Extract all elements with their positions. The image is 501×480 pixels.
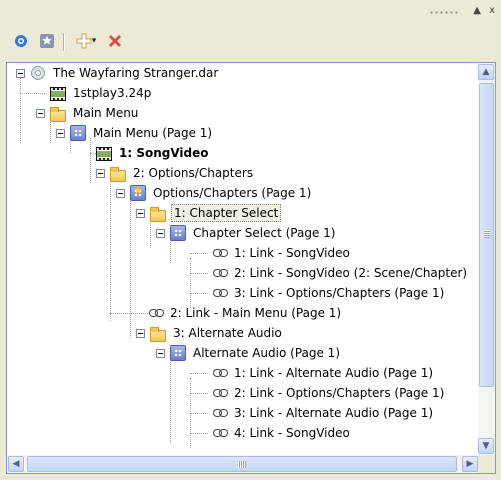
link-icon <box>213 269 228 277</box>
folder-icon <box>150 207 166 222</box>
horizontal-scrollbar[interactable]: ◀ ▶ <box>7 455 479 473</box>
folder-icon <box>110 167 126 182</box>
tree-row-alternate-audio[interactable]: 3: Alternate Audio <box>136 323 284 343</box>
tree-row-main-menu-page[interactable]: Main Menu (Page 1) <box>56 123 214 143</box>
folder-icon <box>150 327 166 342</box>
link-icon <box>213 429 228 437</box>
vertical-scrollbar[interactable]: ▲ ▼ <box>478 63 495 455</box>
link-icon <box>213 389 228 397</box>
tree-row-main-menu[interactable]: Main Menu <box>36 103 140 123</box>
tree-row-link[interactable]: 2: Link - Main Menu (Page 1) <box>149 303 343 323</box>
tree-row-songvideo[interactable]: 1: SongVideo <box>96 143 211 163</box>
add-item-button[interactable]: ▾ <box>70 30 102 52</box>
star-box-icon <box>40 34 54 48</box>
panel-titlebar: ▲ x <box>0 0 501 24</box>
collapse-toggle[interactable] <box>116 188 125 198</box>
tree-row-link[interactable]: 4: Link - SongVideo <box>213 423 352 443</box>
drag-grip[interactable] <box>429 11 459 14</box>
link-icon <box>149 309 164 317</box>
settings-button[interactable] <box>10 30 32 52</box>
link-icon <box>213 369 228 377</box>
collapse-toggle[interactable] <box>136 328 145 338</box>
collapse-toggle[interactable] <box>56 128 65 138</box>
horizontal-scroll-thumb[interactable] <box>27 456 457 472</box>
tree-row-link[interactable]: 1: Link - SongVideo <box>213 243 352 263</box>
folder-icon <box>50 107 66 122</box>
scroll-corner <box>478 455 495 473</box>
collapse-toggle[interactable] <box>156 348 165 358</box>
toolbar: ▾ <box>10 30 490 56</box>
tree-row-link[interactable]: 1: Link - Alternate Audio (Page 1) <box>213 363 435 383</box>
close-icon[interactable]: x <box>489 5 495 16</box>
scroll-up-button[interactable]: ▲ <box>478 64 494 80</box>
collapse-toggle[interactable] <box>96 168 105 178</box>
vertical-scroll-thumb[interactable] <box>479 83 494 387</box>
first-menu-star-icon <box>130 184 146 201</box>
tree-row-chapter-select-page[interactable]: Chapter Select (Page 1) <box>156 223 338 243</box>
video-icon <box>50 87 66 101</box>
delete-x-icon <box>109 35 121 47</box>
menu-page-icon <box>70 125 86 141</box>
delete-button[interactable] <box>104 30 126 52</box>
collapse-toggle[interactable] <box>156 228 165 238</box>
menu-page-icon <box>170 225 186 241</box>
tree-row-link[interactable]: 2: Link - Options/Chapters (Page 1) <box>213 383 446 403</box>
tree-row-link[interactable]: 2: Link - SongVideo (2: Scene/Chapter) <box>213 263 469 283</box>
project-tree-panel: The Wayfaring Stranger.dar 1stplay3.24p … <box>6 62 496 474</box>
scroll-left-button[interactable]: ◀ <box>8 456 24 472</box>
favorite-button[interactable] <box>36 30 58 52</box>
link-icon <box>213 289 228 297</box>
tree-row-project[interactable]: The Wayfaring Stranger.dar <box>16 63 220 83</box>
scroll-down-button[interactable]: ▼ <box>478 438 494 454</box>
tree-row-link[interactable]: 3: Link - Options/Chapters (Page 1) <box>213 283 446 303</box>
video-icon <box>96 147 112 161</box>
link-icon <box>213 249 228 257</box>
gear-icon <box>15 35 27 47</box>
tree-row-options-chapters-page[interactable]: Options/Chapters (Page 1) <box>116 183 313 203</box>
tree-row-alternate-audio-page[interactable]: Alternate Audio (Page 1) <box>156 343 342 363</box>
tree-row-chapter-select[interactable]: 1: Chapter Select <box>136 203 282 223</box>
menu-page-icon <box>170 345 186 361</box>
collapse-toggle[interactable] <box>36 108 45 118</box>
add-icon <box>76 33 92 49</box>
dropdown-arrow-icon: ▾ <box>91 36 97 46</box>
scroll-right-button[interactable]: ▶ <box>462 456 478 472</box>
tree-row-firstplay[interactable]: 1stplay3.24p <box>50 83 153 103</box>
link-icon <box>213 409 228 417</box>
tree-row-link[interactable]: 3: Link - Alternate Audio (Page 1) <box>213 403 435 423</box>
disc-icon <box>30 65 46 81</box>
collapse-toggle[interactable] <box>136 208 145 218</box>
project-tree[interactable]: The Wayfaring Stranger.dar 1stplay3.24p … <box>7 63 479 455</box>
pin-icon[interactable]: ▲ <box>473 5 481 16</box>
collapse-toggle[interactable] <box>16 68 25 78</box>
tree-row-options-chapters[interactable]: 2: Options/Chapters <box>96 163 255 183</box>
